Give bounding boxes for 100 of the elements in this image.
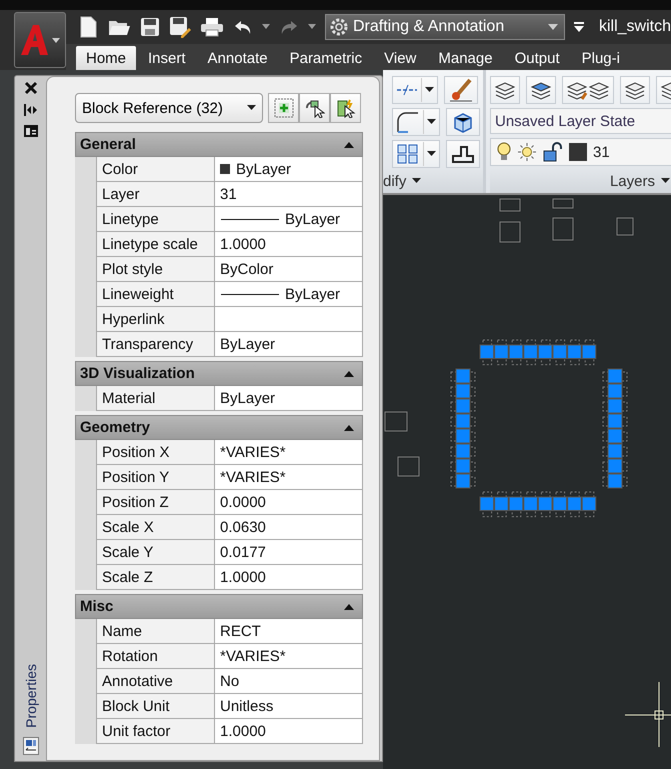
property-label: Position X — [96, 440, 215, 465]
caret-icon — [247, 105, 256, 111]
layer-tool-button[interactable] — [620, 76, 650, 104]
ribbon-tab[interactable]: Plug-i — [572, 46, 630, 70]
new-file-icon[interactable] — [78, 16, 98, 38]
collapse-arrow-icon[interactable] — [344, 424, 354, 430]
property-value[interactable]: 31 — [215, 182, 363, 207]
property-value[interactable]: 0.0630 — [215, 515, 363, 540]
application-menu-button[interactable] — [14, 12, 66, 68]
property-value[interactable]: 0.0177 — [215, 540, 363, 565]
caret-icon — [548, 24, 558, 30]
layer-state-dropdown[interactable]: Unsaved Layer State — [490, 108, 671, 134]
property-label: Scale X — [96, 515, 215, 540]
close-icon[interactable] — [24, 81, 38, 95]
3d-box-button[interactable] — [446, 108, 480, 136]
layer-tool-button[interactable] — [526, 76, 556, 104]
redo-icon — [279, 18, 299, 36]
property-value[interactable]: Unitless — [215, 694, 363, 719]
collapse-arrow-icon[interactable] — [344, 370, 354, 376]
gear-icon[interactable] — [329, 17, 349, 37]
property-value[interactable]: *VARIES* — [215, 440, 363, 465]
customize-menu-icon[interactable] — [574, 22, 584, 32]
ribbon-tab[interactable]: Home — [76, 46, 136, 70]
property-value[interactable]: 1.0000 — [215, 232, 363, 257]
property-value[interactable]: 1.0000 — [215, 719, 363, 744]
caret-icon[interactable] — [308, 24, 316, 30]
caret-icon[interactable] — [262, 24, 270, 30]
undo-icon[interactable] — [233, 18, 253, 36]
property-label: Position Z — [96, 490, 215, 515]
property-value[interactable]: ByColor — [215, 257, 363, 282]
plus-box-icon — [274, 98, 294, 118]
collapse-arrow-icon[interactable] — [344, 142, 354, 148]
ribbon-tab[interactable]: Output — [504, 46, 570, 70]
caret-icon — [427, 151, 436, 157]
property-label: Annotative — [96, 669, 215, 694]
fillet-split-button[interactable] — [392, 108, 440, 136]
array-split-button[interactable] — [392, 140, 440, 168]
auto-hide-icon[interactable] — [24, 104, 38, 116]
section-title: 3D Visualization — [80, 365, 195, 382]
printer-icon[interactable] — [200, 17, 224, 37]
ribbon-tab[interactable]: Insert — [138, 46, 196, 70]
sun-icon — [517, 142, 537, 162]
property-label: Position Y — [96, 465, 215, 490]
property-label: Rotation — [96, 644, 215, 669]
quick-select-button[interactable] — [330, 93, 361, 123]
properties-icon[interactable] — [24, 125, 38, 137]
property-label: Hyperlink — [96, 307, 215, 332]
layer-dropdown[interactable]: 31 — [490, 138, 671, 166]
property-value[interactable]: *VARIES* — [215, 644, 363, 669]
property-value[interactable]: ByLayer — [215, 332, 363, 357]
stretch-button[interactable] — [446, 140, 480, 168]
save-as-icon[interactable] — [169, 16, 191, 38]
caret-icon — [427, 119, 436, 125]
layer-name: 31 — [593, 144, 610, 160]
match-properties-button[interactable] — [444, 76, 478, 104]
palette-options-icon[interactable] — [22, 737, 38, 755]
property-value[interactable]: ByLayer — [215, 386, 363, 411]
caret-icon — [661, 178, 670, 184]
section-title: Geometry — [80, 419, 150, 436]
property-value[interactable]: RECT — [215, 619, 363, 644]
toggle-pickadd-button[interactable] — [268, 93, 299, 123]
property-label: Material — [96, 386, 215, 411]
property-label: Linetype — [96, 207, 215, 232]
paintbrush-icon — [448, 78, 474, 102]
workspace-dropdown[interactable]: Drafting & Annotation — [325, 14, 565, 40]
property-label: Unit factor — [96, 719, 215, 744]
unlocked-padlock-icon — [543, 142, 563, 162]
ribbon-tab[interactable]: Manage — [428, 46, 503, 70]
property-label: Color — [96, 157, 215, 182]
palette-title: Properties — [22, 664, 38, 728]
window-title: kill_switch — [598, 18, 671, 36]
crosshair-cursor-icon — [624, 682, 671, 748]
property-value[interactable]: *VARIES* — [215, 465, 363, 490]
ribbon-tab[interactable]: Annotate — [198, 46, 278, 70]
select-objects-button[interactable] — [299, 93, 330, 123]
property-label: Lineweight — [96, 282, 215, 307]
layer-tool-button[interactable] — [490, 76, 520, 104]
ribbon-tab[interactable]: Parametric — [280, 46, 372, 70]
linetype-split-button[interactable] — [392, 76, 438, 104]
object-type-dropdown[interactable]: Block Reference (32) — [75, 93, 263, 123]
dashed-line-icon — [396, 83, 418, 97]
property-value[interactable]: ByLayer — [215, 207, 363, 232]
collapse-arrow-icon[interactable] — [344, 604, 354, 610]
property-value[interactable]: No — [215, 669, 363, 694]
save-icon[interactable] — [140, 17, 160, 37]
layer-tool-button[interactable] — [562, 76, 614, 104]
caret-icon — [412, 178, 422, 184]
ribbon-tab[interactable]: View — [374, 46, 426, 70]
property-label: Layer — [96, 182, 215, 207]
property-label: Scale Y — [96, 540, 215, 565]
fillet-icon — [396, 111, 420, 133]
property-value[interactable]: ByLayer — [215, 157, 363, 182]
property-value[interactable]: ByLayer — [215, 282, 363, 307]
property-value[interactable]: 0.0000 — [215, 490, 363, 515]
quick-select-icon — [336, 98, 356, 118]
property-label: Block Unit — [96, 694, 215, 719]
property-value[interactable]: 1.0000 — [215, 565, 363, 590]
property-label: Scale Z — [96, 565, 215, 590]
caret-icon — [52, 38, 60, 42]
property-label: Linetype scale — [96, 232, 215, 257]
